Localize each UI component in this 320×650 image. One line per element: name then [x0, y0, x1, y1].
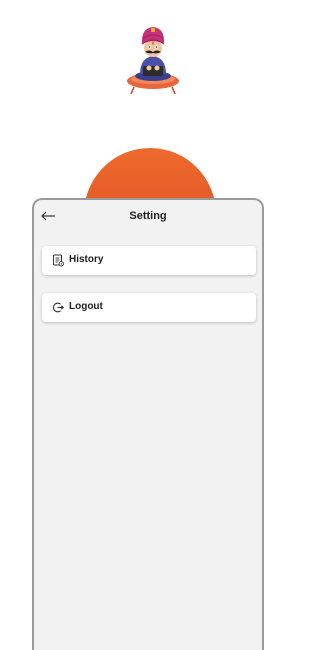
logout-icon [52, 302, 64, 313]
menu-item-history[interactable]: History [42, 246, 256, 275]
menu-item-logout[interactable]: Logout [42, 293, 256, 322]
menu-item-label: History [69, 254, 104, 265]
settings-screen: Setting History Logout [0, 0, 300, 650]
menu-item-label: Logout [69, 301, 103, 312]
panel-header: Setting [34, 200, 262, 234]
mascot-logo [127, 27, 179, 95]
page-title: Setting [129, 210, 167, 222]
settings-panel: Setting History Logout [32, 198, 264, 650]
history-document-icon [53, 254, 64, 267]
